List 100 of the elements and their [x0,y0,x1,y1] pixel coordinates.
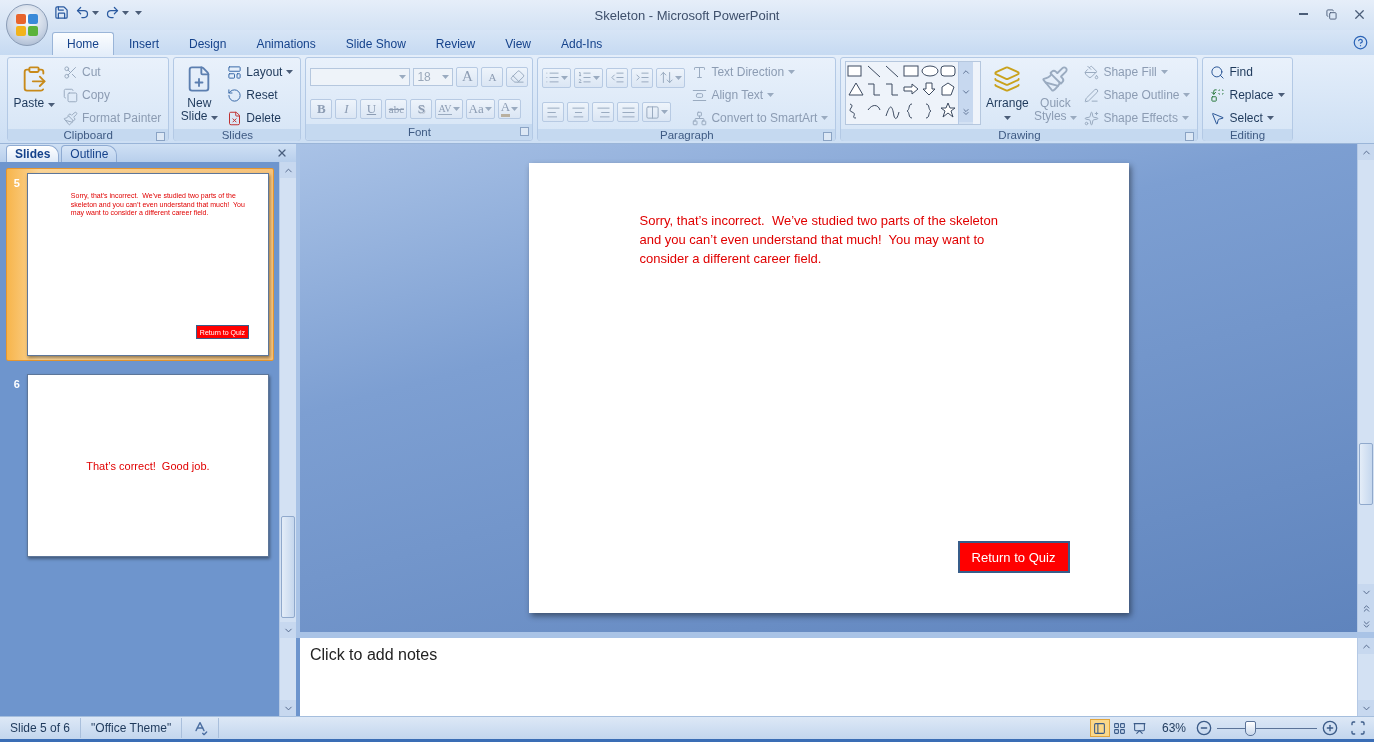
caret-icon [92,10,99,15]
slide-text: Sorry, that’s incorrect. We’ve studied two parts of the skeleton and you can’t even understand that much! You may want to consider a different career field. [639,212,999,268]
save-button[interactable] [54,5,69,20]
slide-number: 6 [12,377,21,392]
scrollbar-thumb[interactable] [281,516,295,618]
ribbon-button[interactable]: Arrange [985,61,1030,123]
layout-icon [227,64,243,80]
zoom-out-button[interactable] [1194,720,1214,736]
zoom-slider[interactable] [1217,720,1317,736]
slide-thumbnail-row[interactable]: 6 That’s correct! Good job. [6,369,274,562]
slider-thumb[interactable] [1245,721,1256,736]
ribbon-tab[interactable]: Design [174,32,242,55]
save-icon [54,5,69,20]
ribbon-button[interactable]: Layout [224,61,297,83]
notes-placeholder: Click to add notes [310,646,438,663]
pane-tab[interactable]: Outline [61,145,118,162]
help-button[interactable] [1353,35,1368,50]
scroll-down-button[interactable] [280,700,296,716]
redo-button[interactable] [105,5,129,20]
replace-icon [1210,87,1226,103]
shapes-gallery[interactable] [845,61,982,125]
zoom-level[interactable]: 63% [1149,721,1194,735]
pointer-icon [1210,110,1226,126]
fit-window-icon [1350,720,1366,736]
pane-tab[interactable]: Slides [6,145,60,162]
delete-slide-icon [227,110,243,126]
ribbon-tab[interactable]: Animations [241,32,331,55]
zoom-in-button[interactable] [1320,720,1340,736]
dialog-launcher[interactable] [823,132,833,141]
fit-window-button[interactable] [1348,720,1368,736]
vertical-scrollbar[interactable] [1357,638,1374,716]
caret-icon [1069,116,1077,120]
text-direction-icon [692,64,708,80]
ribbon-tab[interactable]: Slide Show [330,32,421,55]
caret-icon [210,116,218,120]
ribbon-button[interactable]: Paste [12,61,56,110]
scissors-icon [63,64,78,80]
caret-icon [1277,93,1285,97]
group-label: Slides [221,129,254,141]
vertical-scrollbar[interactable] [279,638,296,716]
caret-icon [561,75,569,80]
ribbon-tab[interactable]: Insert [114,32,175,55]
caret-icon [399,74,407,79]
scrollbar-thumb[interactable] [1359,443,1373,505]
gallery-up-button[interactable] [959,62,974,82]
gallery-more-button[interactable] [959,102,974,122]
undo-button[interactable] [75,5,99,20]
ribbon-button[interactable]: Find [1207,61,1256,83]
theme-name[interactable]: "Office Theme" [81,718,183,738]
next-slide-button[interactable] [1358,616,1374,632]
zoom-in-icon [1322,720,1338,736]
undo-icon [75,5,90,20]
office-logo-icon [15,13,39,37]
close-button[interactable] [276,147,288,159]
close-icon [276,147,288,159]
customize-button[interactable] [135,10,142,15]
slide-thumbnail[interactable]: That’s correct! Good job. [26,374,269,557]
ribbon-tab[interactable]: Add-Ins [545,32,618,55]
return-button[interactable]: Return to Quiz [957,541,1070,573]
caret-icon [484,106,492,111]
chevron-up-icon [961,67,972,77]
redo-icon [105,5,120,20]
caret-icon [767,93,775,97]
slide-text: That’s correct! Good job. [86,459,210,472]
paintbrush-icon [63,110,78,126]
dialog-launcher[interactable] [520,127,530,136]
spell-check-icon[interactable] [192,720,209,736]
group-label: Paragraph [660,129,714,141]
caret-icon [442,74,450,79]
ribbon-tab[interactable]: Home [52,32,114,55]
ribbon-tab[interactable]: Review [420,32,491,55]
caret-icon [788,70,796,74]
caret-icon [821,116,829,120]
view-button[interactable] [1089,719,1110,737]
caret-icon [661,110,669,115]
ribbon-button[interactable]: Replace [1207,84,1288,106]
dialog-launcher[interactable] [156,132,166,141]
align-center-icon [570,104,586,120]
vertical-scrollbar[interactable] [1357,144,1374,632]
vertical-scrollbar[interactable] [279,162,296,638]
ribbon-button[interactable]: Delete [224,107,285,129]
ribbon-button[interactable]: New Slide [178,61,221,123]
scroll-up-button[interactable] [1358,144,1374,160]
ribbon-button[interactable]: Reset [224,84,281,106]
scroll-down-button[interactable] [1358,700,1374,716]
group-label: Drawing [998,129,1041,141]
columns-icon [645,104,661,120]
numbering-icon [577,70,593,86]
ribbon-button[interactable]: Select [1207,107,1277,129]
scroll-up-button[interactable] [1358,638,1374,654]
caret-icon [511,106,519,111]
scroll-down-button[interactable] [280,622,296,638]
scroll-down-button[interactable] [1358,584,1374,600]
notes-pane[interactable]: Click to add notes [300,638,1357,716]
align-text-icon [692,87,708,103]
dialog-launcher[interactable] [1185,132,1195,141]
eraser-icon [509,69,525,84]
ribbon-tab[interactable]: View [490,32,546,55]
copy-icon [63,87,78,103]
paint-bucket-icon [1084,64,1100,80]
